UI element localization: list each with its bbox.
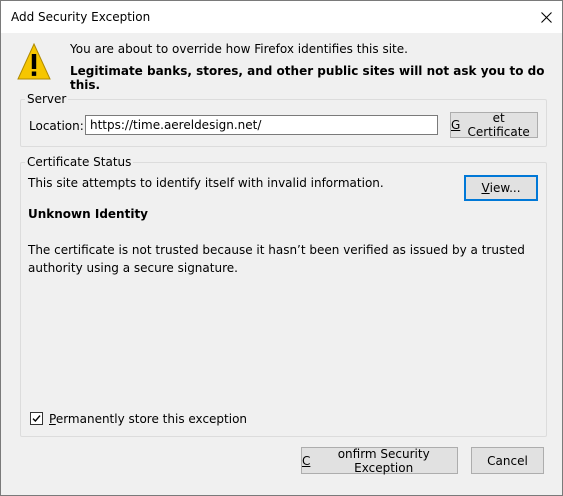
warning-icon <box>17 43 51 80</box>
unknown-identity-heading: Unknown Identity <box>28 207 149 221</box>
certificate-status-text: This site attempts to identify itself wi… <box>28 176 384 190</box>
permanent-mnemonic: P <box>49 412 56 426</box>
permanent-label-text: ermanently store this exception <box>55 412 248 426</box>
permanent-exception-label[interactable]: Permanently store this exception <box>49 412 247 426</box>
confirm-security-exception-button[interactable]: Confirm Security Exception <box>301 446 458 475</box>
location-label: Location: <box>29 119 84 133</box>
warning-message: You are about to override how Firefox id… <box>70 42 408 56</box>
server-group-label: Server <box>25 92 69 106</box>
get-certificate-mnemonic: G <box>451 118 461 132</box>
confirm-mnemonic: C <box>302 453 311 468</box>
close-icon <box>540 11 552 23</box>
get-certificate-button[interactable]: Get Certificate <box>450 111 538 139</box>
certificate-status-group-label: Certificate Status <box>25 155 134 169</box>
permanent-exception-checkbox[interactable] <box>30 412 43 425</box>
confirm-label: onfirm Security Exception <box>337 446 430 475</box>
dialog-title: Add Security Exception <box>11 10 151 24</box>
close-button[interactable] <box>530 1 562 33</box>
view-mnemonic: V <box>481 181 490 195</box>
get-certificate-label: et Certificate <box>467 111 530 139</box>
checkmark-icon <box>32 415 41 423</box>
location-input[interactable] <box>85 115 438 135</box>
view-label: iew... <box>489 181 521 195</box>
add-security-exception-dialog: Add Security Exception You are about to … <box>0 0 563 496</box>
cancel-button[interactable]: Cancel <box>471 447 544 474</box>
view-button[interactable]: View... <box>464 175 538 201</box>
warning-emphasis: Legitimate banks, stores, and other publ… <box>70 64 545 92</box>
certificate-status-group <box>20 162 547 437</box>
unknown-identity-description: The certificate is not trusted because i… <box>28 243 525 275</box>
title-bar: Add Security Exception <box>1 1 562 33</box>
